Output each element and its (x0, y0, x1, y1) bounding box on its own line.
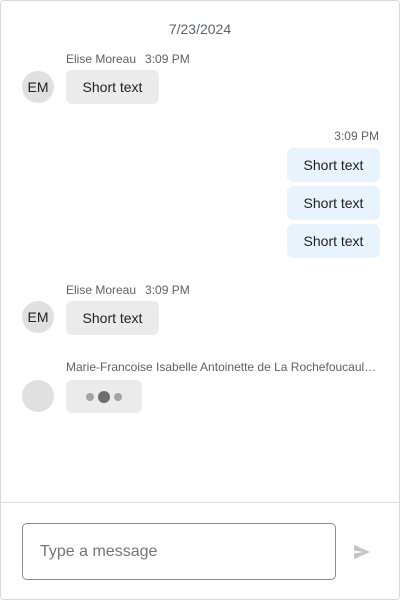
send-button[interactable] (349, 539, 375, 565)
typing-dot (114, 393, 122, 401)
typing-dot (86, 393, 94, 401)
message-meta: Elise Moreau 3:09 PM (66, 52, 190, 66)
message-bubble[interactable]: Short text (287, 148, 380, 182)
sender-name: Elise Moreau (66, 52, 137, 66)
typing-bubble (66, 380, 142, 413)
avatar[interactable]: EM (22, 301, 54, 333)
message-bubble[interactable]: Short text (66, 70, 159, 104)
composer-divider (1, 502, 399, 503)
message-bubble[interactable]: Short text (66, 301, 159, 335)
message-time: 3:09 PM (145, 283, 190, 297)
avatar[interactable]: EM (22, 71, 54, 103)
message-bubble[interactable]: Short text (287, 186, 380, 220)
message-input[interactable] (22, 523, 336, 580)
chat-window: 7/23/2024 Elise Moreau 3:09 PM EM Short t… (0, 0, 400, 600)
message-bubble[interactable]: Short text (287, 224, 380, 258)
typing-dot (98, 391, 110, 403)
date-separator: 7/23/2024 (168, 21, 232, 37)
typing-sender-name: Marie-Francoise Isabelle Antoinette de L… (66, 360, 380, 374)
send-icon (354, 545, 370, 559)
sender-name: Elise Moreau (66, 283, 137, 297)
message-time: 3:09 PM (145, 52, 190, 66)
avatar-placeholder (22, 380, 54, 412)
message-meta: Elise Moreau 3:09 PM (66, 283, 190, 297)
message-time: 3:09 PM (334, 129, 379, 143)
